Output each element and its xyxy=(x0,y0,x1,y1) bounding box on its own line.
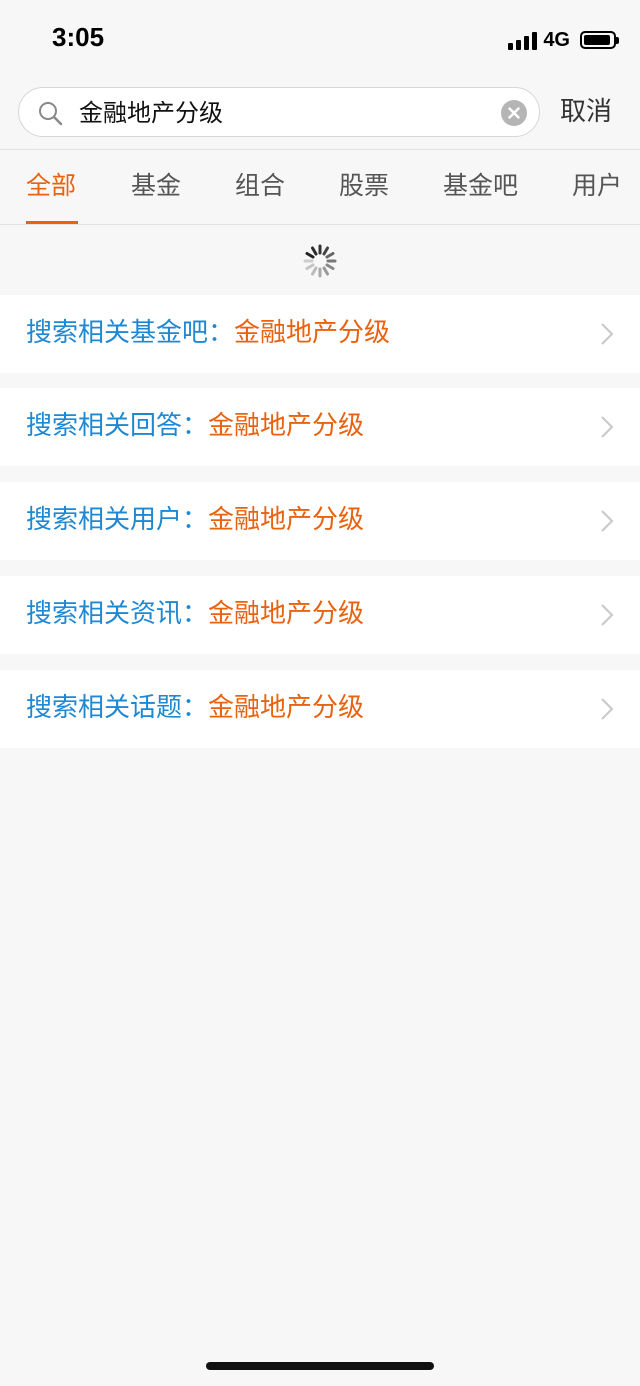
chevron-right-icon xyxy=(601,604,614,626)
tab-funds[interactable]: 基金 xyxy=(131,170,181,202)
network-label: 4G xyxy=(543,28,570,51)
row-query: 金融地产分级 xyxy=(208,505,365,535)
clear-icon[interactable] xyxy=(501,100,527,126)
tab-portfolios[interactable]: 组合 xyxy=(235,170,285,202)
search-input[interactable]: 金融地产分级 xyxy=(18,87,540,137)
row-query: 金融地产分级 xyxy=(234,318,391,348)
chevron-right-icon xyxy=(601,698,614,720)
status-time: 3:05 xyxy=(52,22,105,52)
chevron-right-icon xyxy=(601,323,614,345)
row-prefix: 搜索相关用户： xyxy=(26,505,209,535)
row-query: 金融地产分级 xyxy=(208,693,365,723)
status-indicators: 4G xyxy=(508,28,619,52)
search-related-topics-row[interactable]: 搜索相关话题：金融地产分级 xyxy=(0,670,640,748)
battery-icon xyxy=(580,31,619,49)
category-tabs: 全部 基金 组合 股票 基金吧 用户 xyxy=(0,149,640,225)
list-item: 搜索相关资讯：金融地产分级 xyxy=(26,598,364,630)
list-item: 搜索相关回答：金融地产分级 xyxy=(26,410,364,442)
list-item: 搜索相关话题：金融地产分级 xyxy=(26,692,364,724)
loading-spinner-icon xyxy=(303,244,337,278)
tab-users[interactable]: 用户 xyxy=(572,170,622,202)
search-icon xyxy=(39,102,63,126)
row-query: 金融地产分级 xyxy=(208,599,365,629)
row-prefix: 搜索相关资讯： xyxy=(26,599,209,629)
signal-icon xyxy=(508,30,538,50)
search-related-users-row[interactable]: 搜索相关用户：金融地产分级 xyxy=(0,482,640,560)
row-prefix: 搜索相关基金吧： xyxy=(26,318,235,348)
tab-fund-forum[interactable]: 基金吧 xyxy=(443,170,518,202)
tab-all[interactable]: 全部 xyxy=(26,170,76,202)
row-prefix: 搜索相关回答： xyxy=(26,411,209,441)
search-query[interactable]: 金融地产分级 xyxy=(79,98,223,128)
row-prefix: 搜索相关话题： xyxy=(26,693,209,723)
search-related-fund-forum-row[interactable]: 搜索相关基金吧：金融地产分级 xyxy=(0,295,640,373)
search-related-news-row[interactable]: 搜索相关资讯：金融地产分级 xyxy=(0,576,640,654)
list-item: 搜索相关用户：金融地产分级 xyxy=(26,504,364,536)
list-item: 搜索相关基金吧：金融地产分级 xyxy=(26,317,390,349)
chevron-right-icon xyxy=(601,510,614,532)
search-related-answers-row[interactable]: 搜索相关回答：金融地产分级 xyxy=(0,388,640,466)
active-tab-indicator xyxy=(26,221,78,224)
chevron-right-icon xyxy=(601,416,614,438)
home-indicator[interactable] xyxy=(206,1362,434,1370)
cancel-button[interactable]: 取消 xyxy=(560,96,612,128)
row-query: 金融地产分级 xyxy=(208,411,365,441)
status-bar: 3:05 4G xyxy=(0,0,640,80)
tab-stocks[interactable]: 股票 xyxy=(339,170,389,202)
